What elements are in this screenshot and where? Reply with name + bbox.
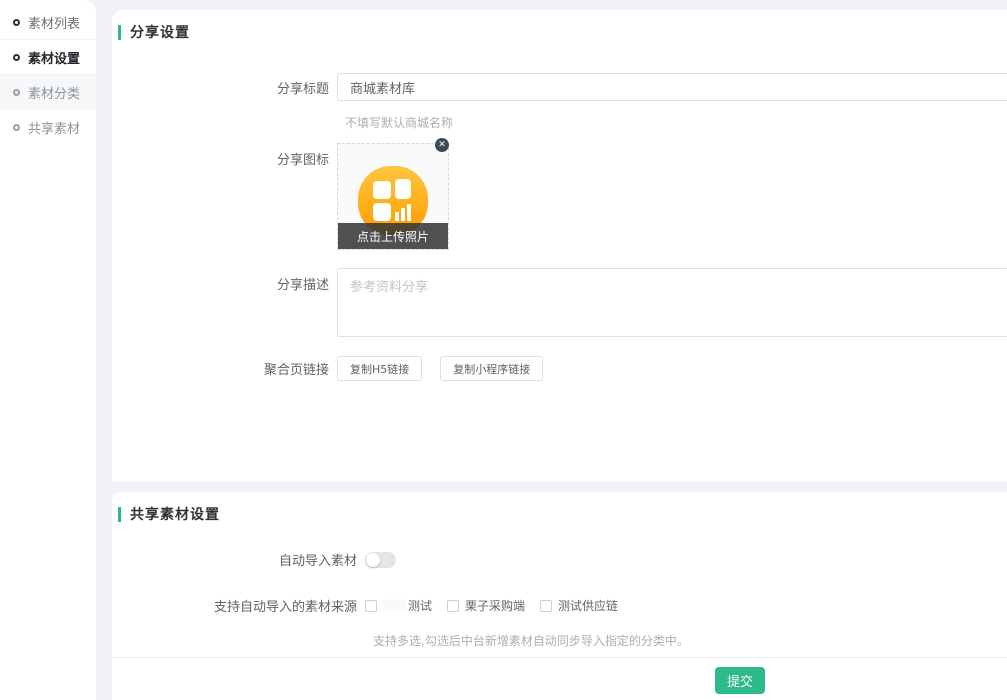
sidebar-item-material-settings[interactable]: 素材设置 bbox=[0, 40, 96, 75]
section-title-text: 分享设置 bbox=[130, 22, 190, 42]
radio-circle-icon bbox=[13, 19, 20, 26]
section-title-share-settings: 分享设置 bbox=[118, 22, 190, 42]
aggregate-link-row: 聚合页链接 复制H5链接 复制小程序链接 bbox=[112, 356, 1007, 381]
source-option-label: 测试 bbox=[408, 597, 432, 614]
section-title-shared-material: 共享素材设置 bbox=[118, 504, 220, 524]
footer-divider bbox=[112, 657, 1007, 658]
source-option-test-supply-chain[interactable]: 测试供应链 bbox=[540, 597, 618, 614]
sidebar-item-label: 素材列表 bbox=[28, 13, 80, 32]
auto-import-toggle[interactable] bbox=[365, 552, 396, 568]
radio-circle-icon bbox=[13, 124, 20, 131]
source-option-label: 栗子采购端 bbox=[465, 597, 525, 614]
aggregate-link-label: 聚合页链接 bbox=[112, 359, 337, 378]
import-sources-hint: 支持多选,勾选后中台新增素材自动同步导入指定的分类中。 bbox=[373, 632, 689, 649]
toggle-knob bbox=[366, 553, 380, 567]
auto-import-label: 自动导入素材 bbox=[112, 550, 365, 569]
radio-circle-icon bbox=[13, 54, 20, 61]
sidebar-item-material-category[interactable]: 素材分类 bbox=[0, 75, 96, 110]
accent-bar-icon bbox=[118, 25, 121, 40]
sidebar: 素材列表 素材设置 素材分类 共享素材 bbox=[0, 0, 96, 700]
share-title-hint: 不填写默认商城名称 bbox=[345, 114, 453, 131]
share-icon-label: 分享图标 bbox=[112, 143, 337, 168]
section-title-text: 共享素材设置 bbox=[130, 504, 220, 524]
share-icon-row: 分享图标 ✕ bbox=[112, 143, 1007, 250]
sidebar-item-label: 素材分类 bbox=[28, 83, 80, 102]
radio-circle-icon bbox=[13, 89, 20, 96]
share-title-label: 分享标题 bbox=[112, 78, 337, 97]
auto-import-row: 自动导入素材 bbox=[112, 550, 1007, 569]
sidebar-item-material-list[interactable]: 素材列表 bbox=[0, 5, 96, 40]
copy-h5-link-button[interactable]: 复制H5链接 bbox=[337, 356, 422, 381]
sidebar-item-shared-material[interactable]: 共享素材 bbox=[0, 110, 96, 145]
source-option-lizi-procurement[interactable]: 栗子采购端 bbox=[447, 597, 525, 614]
checkbox-icon[interactable] bbox=[540, 600, 552, 612]
remove-image-icon[interactable]: ✕ bbox=[435, 138, 449, 152]
source-option-redacted-test[interactable]: 测试 bbox=[365, 597, 432, 614]
source-option-label: 测试供应链 bbox=[558, 597, 618, 614]
upload-caption[interactable]: 点击上传照片 bbox=[338, 223, 448, 249]
sidebar-item-label: 共享素材 bbox=[28, 118, 80, 137]
page: 素材列表 素材设置 素材分类 共享素材 分享设置 分享标题 不填写默认商城名称 … bbox=[0, 0, 1007, 700]
share-title-row: 分享标题 bbox=[112, 73, 1007, 101]
import-sources-group: 测试 栗子采购端 测试供应链 bbox=[365, 597, 618, 614]
submit-button[interactable]: 提交 bbox=[715, 667, 765, 694]
sidebar-item-label: 素材设置 bbox=[28, 48, 80, 67]
accent-bar-icon bbox=[118, 507, 121, 522]
share-desc-row: 分享描述 bbox=[112, 268, 1007, 337]
share-desc-label: 分享描述 bbox=[112, 268, 337, 293]
import-sources-label: 支持自动导入的素材来源 bbox=[112, 596, 365, 615]
copy-miniprogram-link-button[interactable]: 复制小程序链接 bbox=[440, 356, 543, 381]
share-desc-textarea[interactable] bbox=[337, 268, 1007, 337]
shared-material-settings-panel: 共享素材设置 自动导入素材 支持自动导入的素材来源 测试 栗子采购端 bbox=[112, 492, 1007, 700]
import-sources-row: 支持自动导入的素材来源 测试 栗子采购端 测试供应链 bbox=[112, 596, 1007, 615]
redaction-blob bbox=[383, 599, 407, 612]
checkbox-icon[interactable] bbox=[365, 600, 377, 612]
checkbox-icon[interactable] bbox=[447, 600, 459, 612]
icon-upload-box[interactable]: ✕ 点击上传照片 bbox=[337, 143, 449, 250]
share-settings-panel: 分享设置 分享标题 不填写默认商城名称 分享图标 ✕ bbox=[112, 10, 1007, 482]
share-title-input[interactable] bbox=[337, 73, 1007, 101]
